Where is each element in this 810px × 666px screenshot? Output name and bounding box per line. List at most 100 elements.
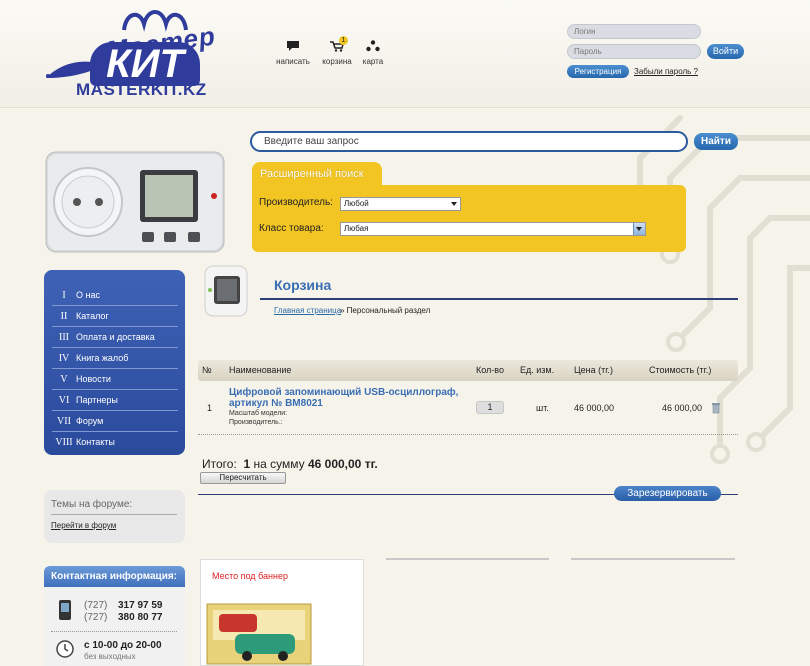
col-qty: Кол-во — [476, 365, 504, 375]
divider — [260, 298, 738, 300]
advanced-search-tab[interactable]: Расширенный поиск — [252, 162, 382, 186]
product-scale: Масштаб модели: — [229, 410, 288, 417]
nav-number: III — [59, 332, 69, 343]
login-button[interactable]: Войти — [707, 44, 744, 59]
divider — [571, 558, 735, 560]
toy-car-box-image — [206, 603, 312, 665]
divider — [51, 514, 177, 515]
class-value: Любая — [344, 224, 369, 233]
search-button[interactable]: Найти — [694, 133, 738, 150]
divider — [198, 434, 738, 435]
sidebar-item-partners[interactable]: VI Партнеры — [52, 390, 178, 411]
nav-label: Форум — [76, 416, 104, 426]
col-cost: Стоимость (тг.) — [649, 365, 712, 375]
col-price: Цена (тг.) — [574, 365, 613, 375]
col-unit: Ед. изм. — [520, 365, 555, 375]
banner-text: Место под баннер — [212, 571, 288, 581]
nav-number: VII — [57, 416, 71, 427]
nav-number: II — [60, 311, 68, 322]
manufacturer-label: Производитель: — [259, 197, 333, 208]
banner-placeholder[interactable]: Место под баннер — [200, 559, 364, 666]
quantity-input[interactable]: 1 — [476, 401, 504, 414]
nav-number: VI — [58, 395, 70, 406]
clock-icon — [56, 640, 74, 658]
sitemap-link[interactable]: карта — [348, 40, 398, 66]
mobile-phone-icon — [59, 600, 71, 620]
nav-label: Партнеры — [76, 395, 118, 405]
circuit-background — [630, 115, 810, 464]
sidebar-item-payment[interactable]: III Оплата и доставка — [52, 327, 178, 348]
cart-badge: 1 — [339, 36, 348, 45]
product-thumbnail — [204, 265, 248, 317]
class-select[interactable]: Любая — [340, 222, 646, 236]
total-sum: 46 000,00 тг. — [307, 457, 378, 471]
contact-title: Контактная информация: — [44, 566, 185, 587]
sidebar-item-news[interactable]: V Новости — [52, 369, 178, 390]
sidebar-item-complaints[interactable]: IV Книга жалоб — [52, 348, 178, 369]
product-maker: Производитель.: — [229, 419, 283, 426]
cart-table-header: № Наименование Кол-во Ед. изм. Цена (тг.… — [198, 360, 738, 381]
page-title: Корзина — [274, 277, 332, 293]
sidebar-item-forum[interactable]: VII Форум — [52, 411, 178, 432]
advanced-search-panel: Производитель: Любой Класс товара: Любая — [252, 185, 686, 252]
row-num: 1 — [207, 403, 213, 413]
product-link[interactable]: Цифровой запоминающий USB-осциллограф, а… — [229, 387, 469, 409]
total-mid: на сумму — [253, 457, 305, 471]
recalculate-button[interactable]: Пересчитать — [200, 472, 286, 484]
breadcrumb-home-link[interactable]: Главная страница — [274, 306, 341, 315]
phone-1: (727) 317 97 59 — [84, 600, 163, 611]
forum-link[interactable]: Перейти в форум — [51, 521, 116, 530]
nav-number: IV — [58, 353, 70, 364]
forgot-password-link[interactable]: Забыли пароль ? — [634, 67, 698, 76]
trash-icon[interactable] — [711, 402, 721, 414]
nav-label: О нас — [76, 290, 100, 300]
col-name: Наименование — [229, 365, 292, 375]
logo-domain: MASTERKIT.KZ — [76, 80, 207, 99]
nav-label: Книга жалоб — [76, 353, 129, 363]
nav-label: Каталог — [76, 311, 109, 321]
register-button[interactable]: Регистрация — [567, 65, 629, 78]
col-num: № — [202, 365, 212, 375]
sidebar-item-catalog[interactable]: II Каталог — [52, 306, 178, 327]
contact-info-box: Контактная информация: (727) 317 97 59 (7… — [44, 566, 185, 666]
sidebar-item-contacts[interactable]: VIII Контакты — [52, 432, 178, 453]
login-input[interactable]: Логин — [567, 24, 701, 39]
total-count: 1 — [243, 457, 251, 471]
class-label: Класс товара: — [259, 223, 324, 234]
forum-title: Темы на форуме: — [51, 499, 133, 510]
write-link[interactable]: написать — [268, 40, 318, 66]
dropdown-button[interactable] — [633, 223, 645, 235]
nav-number: V — [60, 374, 68, 385]
chevron-down-icon — [451, 202, 457, 206]
forum-topics-box: Темы на форуме: Перейти в форум — [44, 490, 185, 543]
breadcrumb-current: » Персональный раздел — [340, 306, 431, 315]
manufacturer-value: Любой — [344, 199, 369, 208]
nav-number: I — [62, 290, 66, 301]
sidebar-item-about[interactable]: I О нас — [52, 285, 178, 306]
nav-label: Оплата и доставка — [76, 332, 155, 342]
row-price: 46 000,00 — [574, 403, 615, 413]
phone-2: (727) 380 80 77 — [84, 612, 163, 623]
nav-number: VIII — [55, 437, 73, 448]
product-promo-image[interactable] — [44, 150, 226, 254]
password-input[interactable]: Пароль — [567, 44, 701, 59]
cart-total: Итого: 1 на сумму 46 000,00 тг. — [202, 457, 378, 471]
reserve-button[interactable]: Зарезервировать — [614, 486, 721, 501]
divider — [386, 558, 549, 560]
row-unit: шт. — [536, 403, 549, 413]
manufacturer-select[interactable]: Любой — [340, 197, 461, 211]
work-hours: с 10-00 до 20-00 — [84, 640, 162, 651]
work-hours-sub: без выходных — [84, 652, 136, 661]
sitemap-label: карта — [362, 57, 384, 66]
site-logo[interactable]: Мастер КИТ MASTERKIT.KZ — [44, 8, 224, 102]
chevron-down-icon — [636, 227, 642, 231]
search-input[interactable]: Введите ваш запрос — [250, 131, 688, 152]
nav-label: Контакты — [76, 437, 115, 447]
row-cost: 46 000,00 — [662, 403, 703, 413]
write-label: написать — [276, 57, 310, 66]
sidebar-nav: I О нас II Каталог III Оплата и доставка IV… — [44, 270, 185, 455]
nav-label: Новости — [76, 374, 111, 384]
speech-bubble-icon — [287, 41, 299, 51]
divider — [51, 631, 177, 632]
total-label: Итого: — [202, 457, 237, 471]
